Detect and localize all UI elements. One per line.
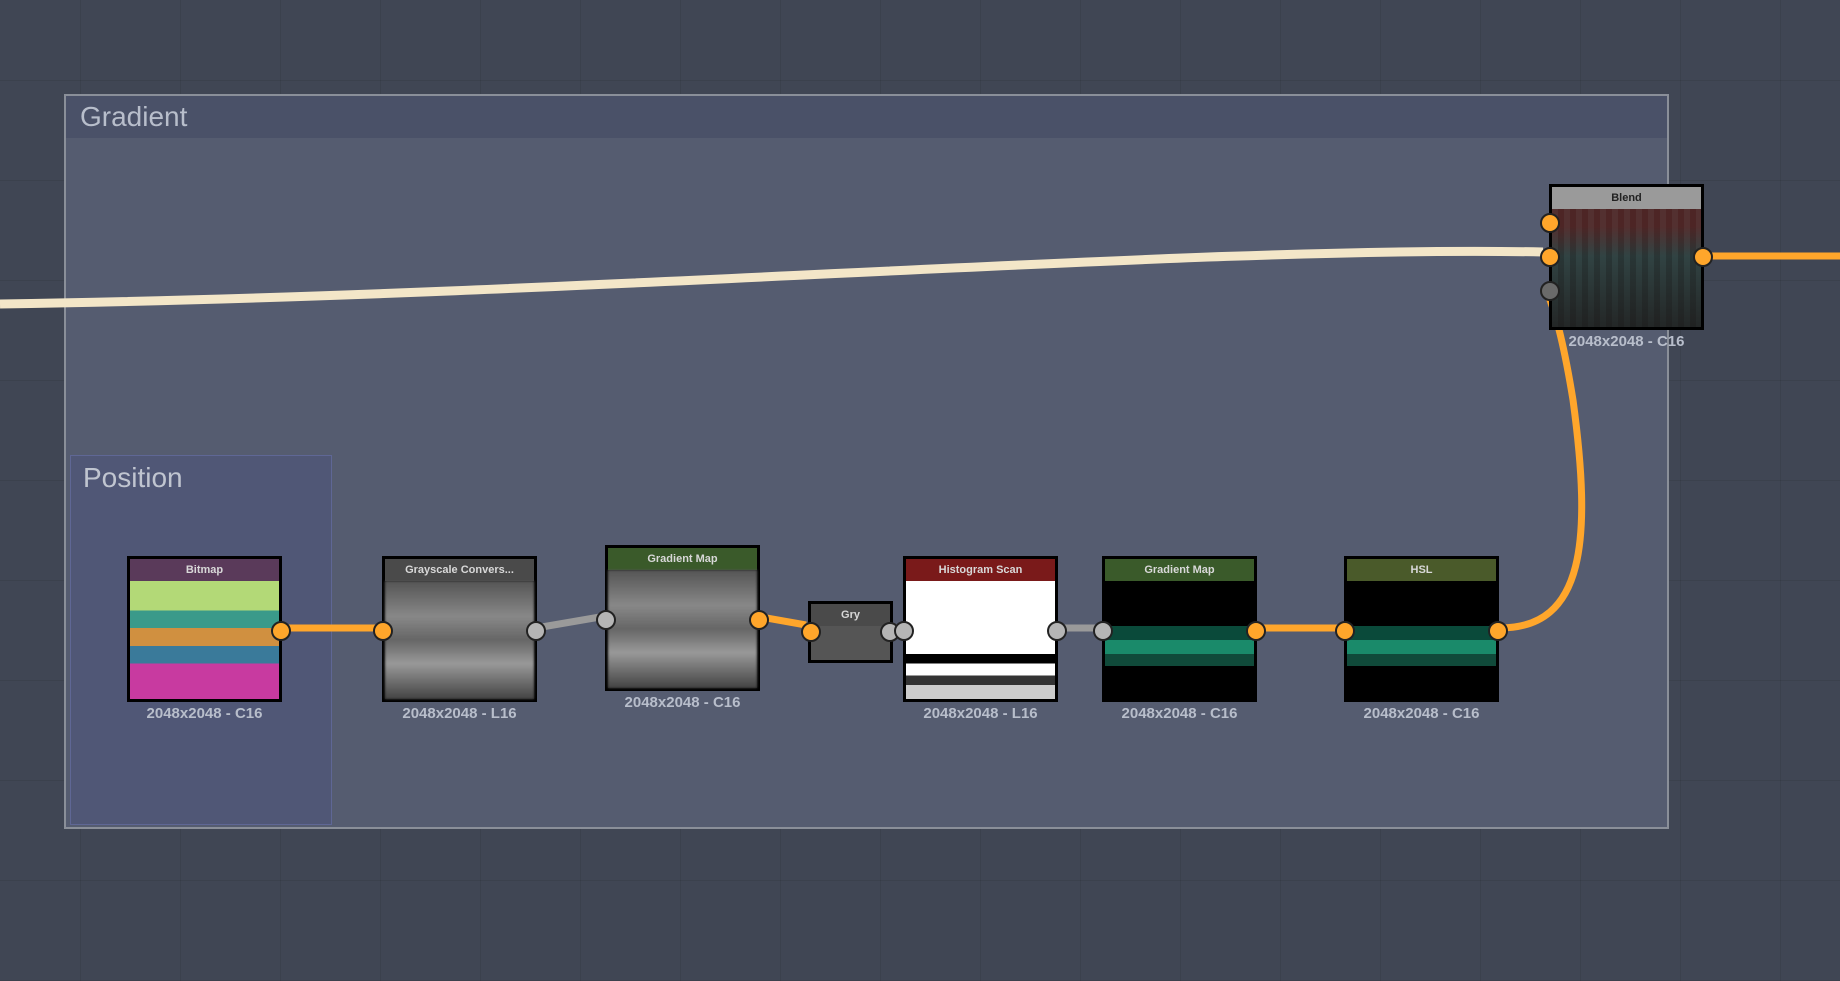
node-thumbnail — [385, 581, 534, 699]
node-title: HSL — [1347, 559, 1496, 581]
node-thumbnail — [1347, 581, 1496, 699]
output-port[interactable] — [749, 610, 769, 630]
input-port[interactable] — [596, 610, 616, 630]
node-caption: 2048x2048 - L16 — [402, 705, 516, 722]
node-title: Blend — [1552, 187, 1701, 209]
subframe-title: Position — [71, 456, 331, 500]
node-thumbnail — [1552, 209, 1701, 327]
node-gradient-map-2[interactable]: Gradient Map 2048x2048 - C16 — [1102, 556, 1257, 702]
node-title: Gry — [811, 604, 890, 626]
node-title: Gradient Map — [1105, 559, 1254, 581]
output-port[interactable] — [1246, 621, 1266, 641]
node-thumbnail — [811, 626, 890, 660]
input-port[interactable] — [1540, 281, 1560, 301]
node-caption: 2048x2048 - C16 — [1569, 333, 1685, 350]
frame-title: Gradient — [80, 101, 187, 133]
node-thumbnail — [608, 570, 757, 688]
node-bitmap[interactable]: Bitmap 2048x2048 - C16 — [127, 556, 282, 702]
node-grayscale-conversion[interactable]: Grayscale Convers... 2048x2048 - L16 — [382, 556, 537, 702]
node-title: Grayscale Convers... — [385, 559, 534, 581]
node-caption: 2048x2048 - C16 — [147, 705, 263, 722]
input-port[interactable] — [373, 621, 393, 641]
node-thumbnail — [130, 581, 279, 699]
node-gradient-map-1[interactable]: Gradient Map 2048x2048 - C16 — [605, 545, 760, 691]
input-port[interactable] — [1093, 621, 1113, 641]
output-port[interactable] — [271, 621, 291, 641]
node-title: Bitmap — [130, 559, 279, 581]
output-port[interactable] — [1693, 247, 1713, 267]
input-port[interactable] — [894, 621, 914, 641]
node-caption: 2048x2048 - C16 — [1364, 705, 1480, 722]
node-gry[interactable]: Gry — [808, 601, 893, 663]
node-blend[interactable]: Blend 2048x2048 - C16 — [1549, 184, 1704, 330]
node-histogram-scan[interactable]: Histogram Scan 2048x2048 - L16 — [903, 556, 1058, 702]
node-caption: 2048x2048 - C16 — [625, 694, 741, 711]
input-port[interactable] — [1540, 247, 1560, 267]
input-port[interactable] — [801, 622, 821, 642]
node-title: Histogram Scan — [906, 559, 1055, 581]
node-caption: 2048x2048 - L16 — [923, 705, 1037, 722]
output-port[interactable] — [1047, 621, 1067, 641]
node-title: Gradient Map — [608, 548, 757, 570]
node-hsl[interactable]: HSL 2048x2048 - C16 — [1344, 556, 1499, 702]
input-port[interactable] — [1540, 213, 1560, 233]
output-port[interactable] — [1488, 621, 1508, 641]
frame-header[interactable]: Gradient — [66, 96, 1667, 138]
input-port[interactable] — [1335, 621, 1355, 641]
node-thumbnail — [1105, 581, 1254, 699]
node-thumbnail — [906, 581, 1055, 699]
node-caption: 2048x2048 - C16 — [1122, 705, 1238, 722]
output-port[interactable] — [526, 621, 546, 641]
